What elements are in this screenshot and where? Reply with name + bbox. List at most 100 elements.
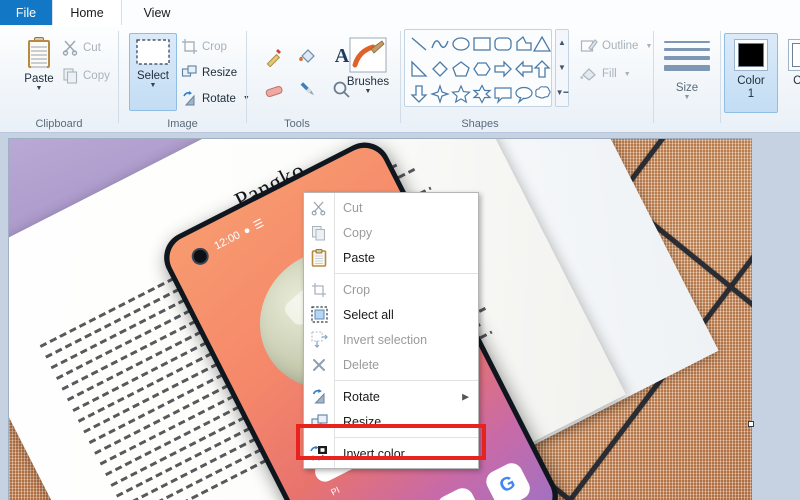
scissors-icon bbox=[304, 195, 334, 220]
context-menu-label: Select all bbox=[343, 307, 394, 322]
outline-label: Outline bbox=[602, 40, 639, 52]
ribbon-group-brushes: Brushes ▼ bbox=[336, 25, 398, 133]
tab-file[interactable]: File bbox=[0, 0, 52, 25]
context-menu-item-invert-color[interactable]: Invert color bbox=[304, 441, 478, 466]
context-menu-label: Paste bbox=[343, 250, 375, 265]
rotate-label: Rotate bbox=[202, 92, 236, 105]
ribbon-group-size: Size ▼ bbox=[654, 25, 720, 133]
fill-button[interactable]: Fill ▼ bbox=[580, 65, 631, 83]
context-menu-separator bbox=[334, 380, 478, 381]
copy-button: Copy bbox=[62, 67, 110, 84]
color-picker-icon[interactable] bbox=[291, 73, 325, 107]
color1-button[interactable]: Color 1 bbox=[734, 39, 768, 101]
eraser-icon[interactable] bbox=[257, 73, 291, 107]
weather-label: PI bbox=[329, 484, 342, 498]
outline-icon bbox=[580, 37, 598, 55]
paste-label: Paste bbox=[24, 73, 54, 85]
paste-dropdown-caret[interactable]: ▼ bbox=[36, 85, 43, 92]
context-menu-separator bbox=[334, 273, 478, 274]
context-menu-item-paste[interactable]: Paste bbox=[304, 245, 478, 270]
group-label-clipboard: Clipboard bbox=[35, 118, 83, 130]
context-menu-label: Crop bbox=[343, 282, 371, 297]
select-label: Select bbox=[137, 70, 169, 82]
context-menu-item-rotate[interactable]: Rotate ▶ bbox=[304, 384, 478, 409]
crop-label: Crop bbox=[202, 40, 227, 53]
color1-number: 1 bbox=[747, 88, 755, 100]
shape-up-arrow[interactable] bbox=[530, 57, 551, 81]
rotate-button[interactable]: Rotate ▼ bbox=[181, 90, 250, 107]
crop-button: Crop bbox=[181, 38, 227, 55]
select-all-icon bbox=[304, 302, 334, 327]
outline-dropdown-caret[interactable]: ▼ bbox=[645, 43, 652, 50]
canvas-resize-handle[interactable] bbox=[748, 421, 754, 427]
scissors-icon bbox=[62, 39, 79, 56]
resize-icon bbox=[181, 64, 198, 81]
signal-icon: ☰ bbox=[251, 217, 267, 233]
front-camera-icon bbox=[188, 244, 212, 268]
tab-view[interactable]: View bbox=[122, 0, 192, 25]
resize-button[interactable]: Resize bbox=[181, 64, 237, 81]
paste-button[interactable]: Paste ▼ bbox=[14, 37, 64, 92]
color2-swatch[interactable] bbox=[788, 39, 800, 71]
context-menu-separator bbox=[334, 437, 478, 438]
color2-button[interactable]: Colo 2 bbox=[788, 39, 800, 101]
tab-view-label: View bbox=[143, 5, 171, 20]
resize-icon bbox=[304, 409, 334, 434]
shapes-expand-icon[interactable]: ▼━ bbox=[556, 80, 569, 105]
brushes-dropdown-caret[interactable]: ▼ bbox=[365, 88, 372, 95]
ribbon-group-image: Select ▼ Crop Resize Rotate Image bbox=[119, 25, 250, 133]
group-divider-3 bbox=[400, 31, 401, 123]
cut-label: Cut bbox=[83, 41, 101, 54]
play-triangle-icon: ▶ bbox=[433, 484, 485, 500]
fill-dropdown-caret[interactable]: ▼ bbox=[624, 71, 631, 78]
select-dropdown-caret[interactable]: ▼ bbox=[150, 82, 157, 89]
crop-icon bbox=[304, 277, 334, 302]
ribbon-group-outline-fill: Outline ▼ Fill ▼ bbox=[578, 25, 652, 133]
app-icon-google: G Google bbox=[482, 459, 537, 500]
shapes-scroll[interactable]: ▲ ▼ ▼━ bbox=[555, 29, 569, 107]
pencil-icon[interactable] bbox=[257, 39, 291, 73]
resize-label: Resize bbox=[202, 66, 238, 79]
fill-label: Fill bbox=[602, 68, 617, 80]
context-menu-item-delete: Delete bbox=[304, 352, 478, 377]
context-menu[interactable]: Cut Copy Paste Crop Select all Invert se… bbox=[303, 192, 479, 469]
size-button[interactable]: Size ▼ bbox=[663, 41, 711, 101]
context-menu-label: Rotate bbox=[343, 389, 380, 404]
clipboard-icon bbox=[304, 245, 334, 270]
brushes-label: Brushes bbox=[346, 76, 390, 88]
delete-icon bbox=[304, 352, 334, 377]
context-menu-label: Cut bbox=[343, 200, 363, 215]
group-label-tools: Tools bbox=[284, 118, 310, 130]
context-menu-item-select-all[interactable]: Select all bbox=[304, 302, 478, 327]
tab-home-label: Home bbox=[70, 5, 104, 20]
context-menu-item-resize[interactable]: Resize bbox=[304, 409, 478, 434]
context-menu-item-invert-selection: Invert selection bbox=[304, 327, 478, 352]
shape-cloud-callout[interactable] bbox=[530, 82, 551, 106]
copy-icon bbox=[62, 67, 79, 84]
ribbon-tabstrip: File Home View bbox=[0, 0, 800, 25]
color1-swatch[interactable] bbox=[734, 39, 768, 71]
select-button[interactable]: Select ▼ bbox=[131, 37, 175, 89]
clipboard-icon bbox=[26, 37, 52, 69]
group-label-image: Image bbox=[167, 118, 198, 130]
brushes-button[interactable]: Brushes ▼ bbox=[344, 37, 392, 95]
paint-window: File Home View Paste ▼ Cut Copy Clipboar… bbox=[0, 0, 800, 500]
context-menu-item-crop: Crop bbox=[304, 277, 478, 302]
invert-selection-icon bbox=[304, 327, 334, 352]
shapes-scroll-up-icon[interactable]: ▲ bbox=[556, 30, 568, 55]
fill-icon[interactable] bbox=[291, 39, 325, 73]
crop-icon bbox=[181, 38, 198, 55]
ribbon: Paste ▼ Cut Copy Clipboard Select ▼ Crop… bbox=[0, 25, 800, 133]
tab-home[interactable]: Home bbox=[52, 0, 122, 25]
context-menu-label: Delete bbox=[343, 357, 380, 372]
shapes-palette[interactable] bbox=[404, 29, 552, 107]
color1-label: Color bbox=[737, 75, 765, 87]
context-menu-label: Invert color bbox=[343, 446, 405, 461]
shape-triangle[interactable] bbox=[530, 32, 551, 56]
outline-button[interactable]: Outline ▼ bbox=[580, 37, 652, 55]
size-dropdown-caret[interactable]: ▼ bbox=[684, 94, 691, 101]
shapes-scroll-down-icon[interactable]: ▼ bbox=[556, 55, 568, 80]
status-dot-icon: ● bbox=[241, 223, 253, 238]
rotate-icon bbox=[181, 90, 198, 107]
ribbon-group-clipboard: Paste ▼ Cut Copy Clipboard bbox=[0, 25, 118, 133]
